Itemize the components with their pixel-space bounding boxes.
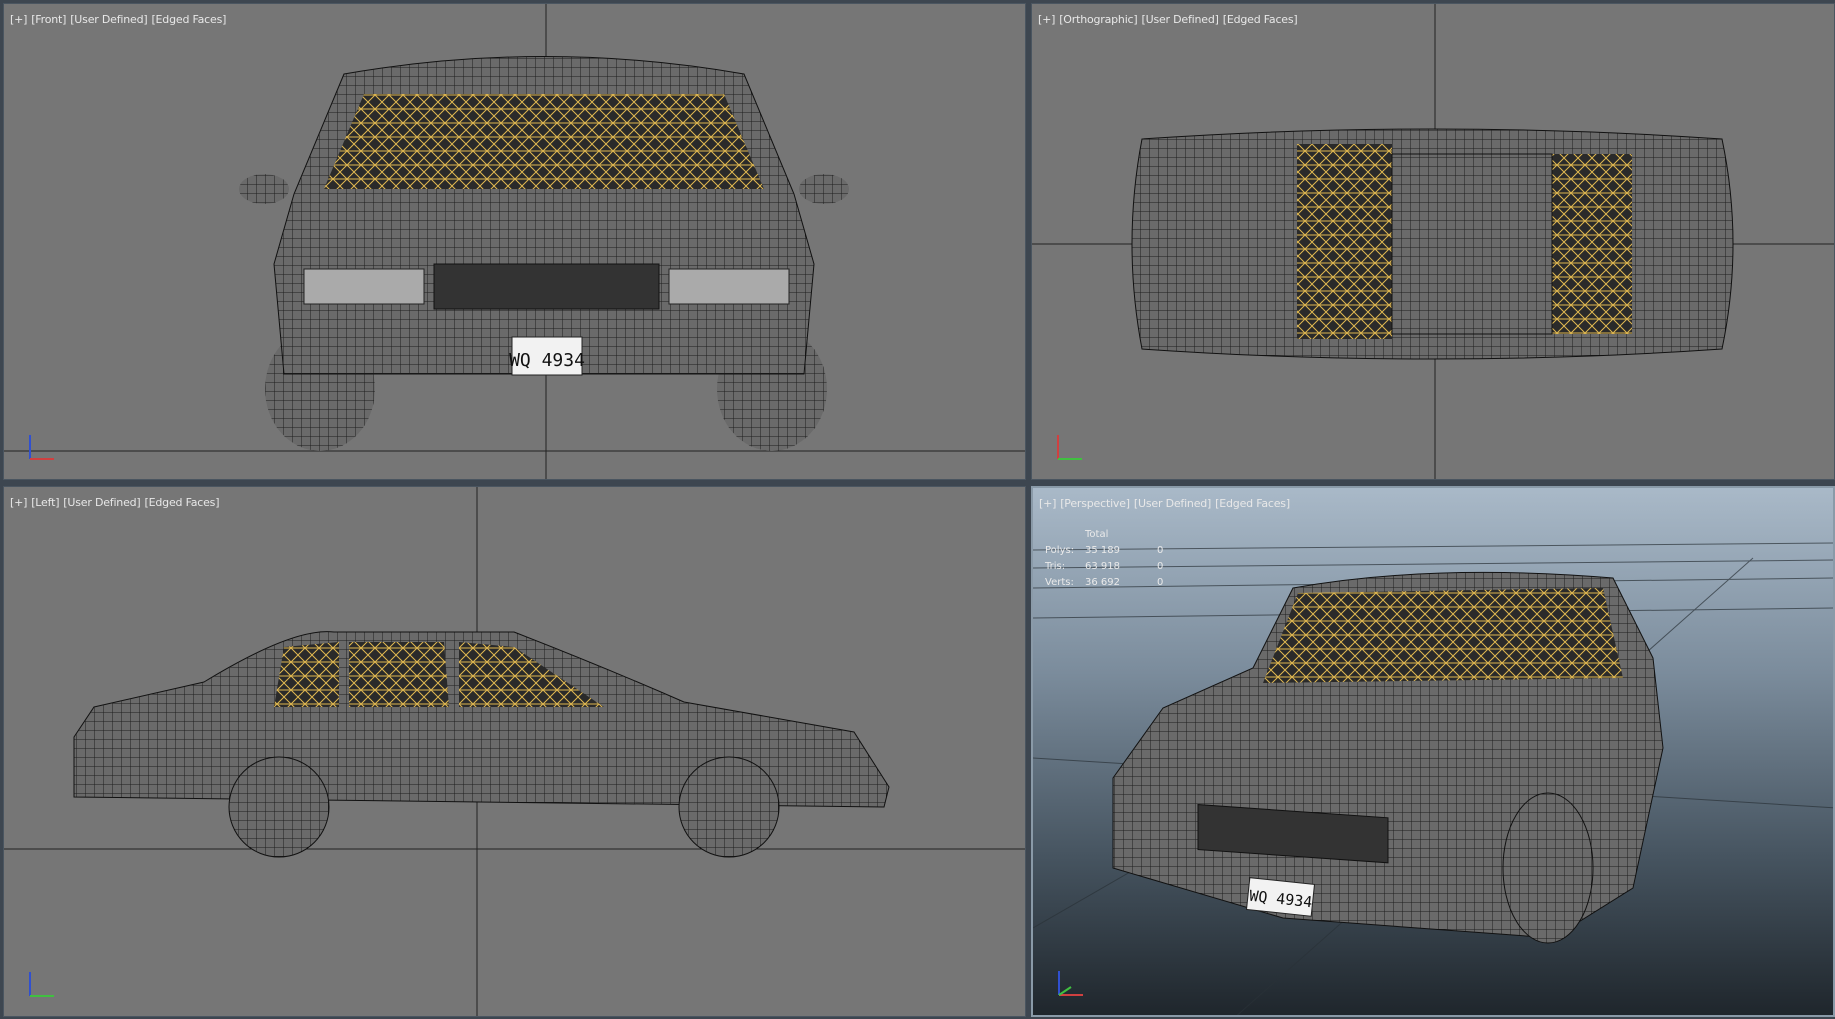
viewport-label[interactable]: [+] [Perspective] [User Defined] [Edged Fac…	[1039, 497, 1294, 510]
viewport-left[interactable]: [+] [Left] [User Defined] [Edged Faces]	[3, 486, 1026, 1017]
axis-gizmo-icon	[1057, 435, 1082, 460]
license-plate-text: WQ 4934	[509, 350, 585, 371]
viewport-label[interactable]: [+] [Front] [User Defined] [Edged Faces]	[10, 13, 230, 26]
viewport-menu[interactable]: [+]	[10, 13, 27, 26]
viewport-label[interactable]: [+] [Orthographic] [User Defined] [Edged Fa…	[1038, 13, 1302, 26]
stats-row-polys: Polys: 35 189 0	[1045, 542, 1177, 558]
stats-header: Total	[1085, 528, 1109, 540]
viewport-perspective[interactable]: WQ 4934 [+] [Perspective] [User Defined] [E…	[1031, 486, 1835, 1017]
shading-menu[interactable]: [User Defined]	[63, 496, 140, 509]
shading-menu[interactable]: [User Defined]	[1142, 13, 1219, 26]
shading-menu[interactable]: [User Defined]	[1134, 497, 1211, 510]
viewport-front[interactable]: WQ 4934 [+] [Front] [User Defined] [Edged F…	[3, 3, 1026, 480]
stats-total: 36 692	[1085, 576, 1120, 588]
statistics-overlay: Total Polys: 35 189 0 Tris: 63 918 0 Verts: 3…	[1045, 526, 1177, 590]
edges-menu[interactable]: [Edged Faces]	[1223, 13, 1298, 26]
stats-selected: 0	[1157, 544, 1164, 556]
axis-gizmo-icon	[29, 435, 54, 460]
stats-total: 63 918	[1085, 560, 1120, 572]
stats-label: Verts:	[1045, 576, 1074, 588]
shading-menu[interactable]: [User Defined]	[70, 13, 147, 26]
front-car-wireframe: WQ 4934	[4, 4, 1025, 479]
edges-menu[interactable]: [Edged Faces]	[145, 496, 220, 509]
stats-row-verts: Verts: 36 692 0	[1045, 574, 1177, 590]
edges-menu[interactable]: [Edged Faces]	[1215, 497, 1290, 510]
left-car-wireframe	[4, 487, 1025, 1016]
view-menu[interactable]: [Front]	[31, 13, 66, 26]
stats-selected: 0	[1157, 576, 1164, 588]
viewport-menu[interactable]: [+]	[10, 496, 27, 509]
stats-label: Tris:	[1045, 560, 1066, 572]
axis-gizmo-icon	[1058, 971, 1083, 996]
stats-label: Polys:	[1045, 544, 1075, 556]
edges-menu[interactable]: [Edged Faces]	[151, 13, 226, 26]
viewport-menu[interactable]: [+]	[1039, 497, 1056, 510]
stats-selected: 0	[1157, 560, 1164, 572]
viewport-top[interactable]: [+] [Orthographic] [User Defined] [Edged Fa…	[1031, 3, 1835, 480]
top-car-wireframe	[1032, 4, 1834, 479]
axis-gizmo-icon	[29, 972, 54, 997]
stats-row-tris: Tris: 63 918 0	[1045, 558, 1177, 574]
stats-total: 35 189	[1085, 544, 1120, 556]
view-menu[interactable]: [Orthographic]	[1059, 13, 1137, 26]
viewport-label[interactable]: [+] [Left] [User Defined] [Edged Faces]	[10, 496, 223, 509]
view-menu[interactable]: [Perspective]	[1060, 497, 1130, 510]
view-menu[interactable]: [Left]	[31, 496, 59, 509]
viewport-menu[interactable]: [+]	[1038, 13, 1055, 26]
